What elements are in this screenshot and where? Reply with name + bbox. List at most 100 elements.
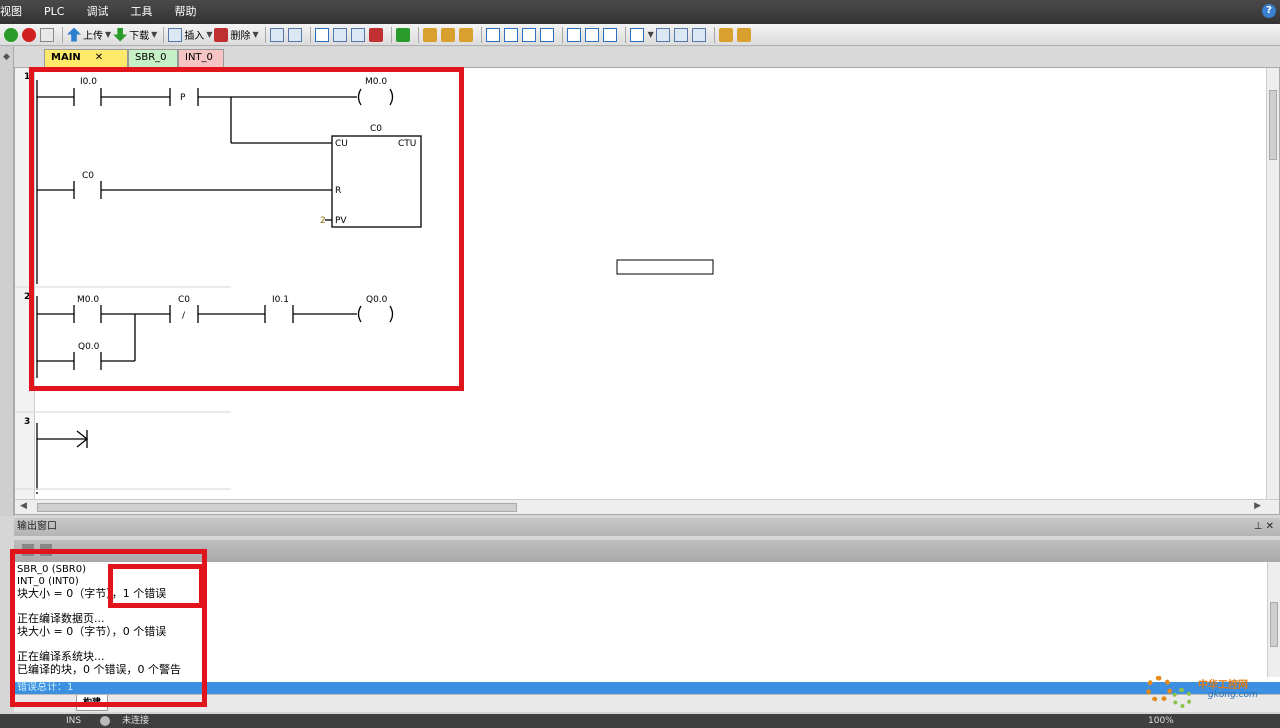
delete-button[interactable]: 删除 ▼: [214, 26, 259, 44]
gear-icon: [1172, 688, 1192, 708]
scroll-right-icon[interactable]: ▶: [1254, 501, 1261, 511]
tool-button-17[interactable]: [673, 26, 690, 44]
close-icon[interactable]: ✕: [95, 52, 103, 63]
menu-help[interactable]: 帮助: [163, 0, 207, 24]
tool-button-10[interactable]: [458, 26, 475, 44]
separator: [713, 26, 715, 43]
tool-button-14[interactable]: [539, 26, 556, 44]
left-dock-strip: ◆: [0, 46, 14, 516]
menu-view[interactable]: 视图: [0, 0, 33, 24]
window-icon: [332, 27, 347, 42]
menu-debug[interactable]: 调试: [75, 0, 119, 24]
separator: [624, 26, 626, 43]
arrow-icon: [539, 27, 554, 42]
box-icon: [602, 27, 617, 42]
separator: [309, 26, 311, 43]
tab-sbr0[interactable]: SBR_0: [128, 49, 178, 67]
upload-icon: [67, 27, 81, 42]
scroll-thumb[interactable]: [1269, 90, 1277, 160]
tool-button-9[interactable]: [440, 26, 457, 44]
branch-icon: [503, 27, 518, 42]
pin-icon[interactable]: ⊥ ✕: [1254, 518, 1274, 536]
tab-main-label: MAIN: [51, 52, 81, 63]
contact-button[interactable]: [566, 26, 583, 44]
insert-mode-indicator: INS: [66, 716, 82, 726]
compile-button[interactable]: [40, 26, 56, 44]
separator: [561, 26, 563, 43]
zoom-level[interactable]: 100%: [1148, 714, 1174, 728]
stop-icon: [22, 27, 36, 42]
tool-button-11[interactable]: [485, 26, 502, 44]
menu-tools[interactable]: 工具: [119, 0, 163, 24]
table-icon: [269, 27, 284, 42]
separator: [163, 26, 165, 43]
tool-button-16[interactable]: [655, 26, 672, 44]
separator: [480, 26, 482, 43]
output-window-title: 输出窗口: [17, 521, 57, 532]
tool-button-6[interactable]: [368, 26, 385, 44]
edit-icon: [673, 27, 688, 42]
branch-icon: [485, 27, 500, 42]
tool-button-19[interactable]: [718, 26, 735, 44]
separator: [264, 26, 266, 43]
tool-button-18[interactable]: [691, 26, 708, 44]
insert-label: 插入: [184, 31, 205, 42]
delete-icon: [214, 27, 229, 42]
menu-plc[interactable]: PLC: [33, 0, 75, 24]
coil-button[interactable]: [584, 26, 601, 44]
output-vertical-scrollbar[interactable]: [1267, 562, 1280, 677]
editor-tab-bar: MAIN ✕ SBR_0 INT_0: [14, 47, 1280, 67]
menu-bar: 视图 PLC 调试 工具 帮助 ?: [0, 0, 1280, 24]
tool-button-20[interactable]: [736, 26, 753, 44]
connection-status: 未连接: [122, 716, 150, 726]
watermark-logo: 中华工控网 gkong.com: [1142, 672, 1274, 710]
lock-icon: [440, 27, 455, 42]
separator: [62, 26, 63, 43]
tool-button-13[interactable]: [521, 26, 538, 44]
tool-button-12[interactable]: [503, 26, 520, 44]
toolbar: 上传 ▼ 下载 ▼ 插入 ▼ 删除 ▼ ▼: [0, 24, 1280, 46]
compile-icon: [40, 27, 54, 42]
tool-button-2[interactable]: [287, 26, 304, 44]
grid-icon: [655, 27, 670, 42]
download-icon: [113, 27, 128, 42]
table-icon: [287, 27, 302, 42]
output-window-header: 输出窗口 ⊥ ✕: [14, 518, 1280, 536]
window-icon: [314, 27, 329, 42]
editor-horizontal-scrollbar[interactable]: ◀ ▶: [15, 499, 1279, 514]
run-button[interactable]: [4, 26, 20, 44]
box-button[interactable]: [602, 26, 619, 44]
lock-icon: [422, 27, 437, 42]
download-button[interactable]: 下载 ▼: [113, 26, 157, 44]
tab-int0-label: INT_0: [185, 52, 213, 63]
tool-button-5[interactable]: [350, 26, 367, 44]
stop-button[interactable]: [22, 26, 38, 44]
help-icon[interactable]: ?: [1262, 4, 1276, 18]
note-icon: [736, 27, 751, 42]
tool-button-3[interactable]: [314, 26, 331, 44]
contact-icon: [566, 27, 581, 42]
insert-button[interactable]: 插入 ▼: [168, 26, 212, 44]
separator: [390, 26, 392, 43]
tab-int0[interactable]: INT_0: [178, 49, 224, 67]
scroll-left-icon[interactable]: ◀: [20, 501, 27, 511]
status-bar: INS 未连接 100%: [0, 714, 1280, 728]
download-label: 下载: [129, 31, 150, 42]
gear-icon: [1146, 676, 1172, 702]
pin-icon[interactable]: ◆: [3, 52, 10, 62]
scroll-thumb[interactable]: [1270, 602, 1278, 647]
edit-icon: [691, 27, 706, 42]
tool-button-4[interactable]: [332, 26, 349, 44]
note-icon: [718, 27, 733, 42]
tool-button-1[interactable]: [269, 26, 286, 44]
scroll-thumb[interactable]: [37, 503, 517, 512]
insert-icon: [168, 27, 183, 42]
edit-box[interactable]: [616, 259, 714, 275]
run-icon: [4, 27, 18, 42]
tool-button-15[interactable]: ▼: [629, 26, 654, 44]
upload-button[interactable]: 上传 ▼: [67, 26, 111, 44]
editor-vertical-scrollbar[interactable]: [1266, 68, 1279, 500]
tab-main[interactable]: MAIN ✕: [44, 49, 128, 67]
tool-button-7[interactable]: [395, 26, 412, 44]
tool-button-8[interactable]: [422, 26, 439, 44]
